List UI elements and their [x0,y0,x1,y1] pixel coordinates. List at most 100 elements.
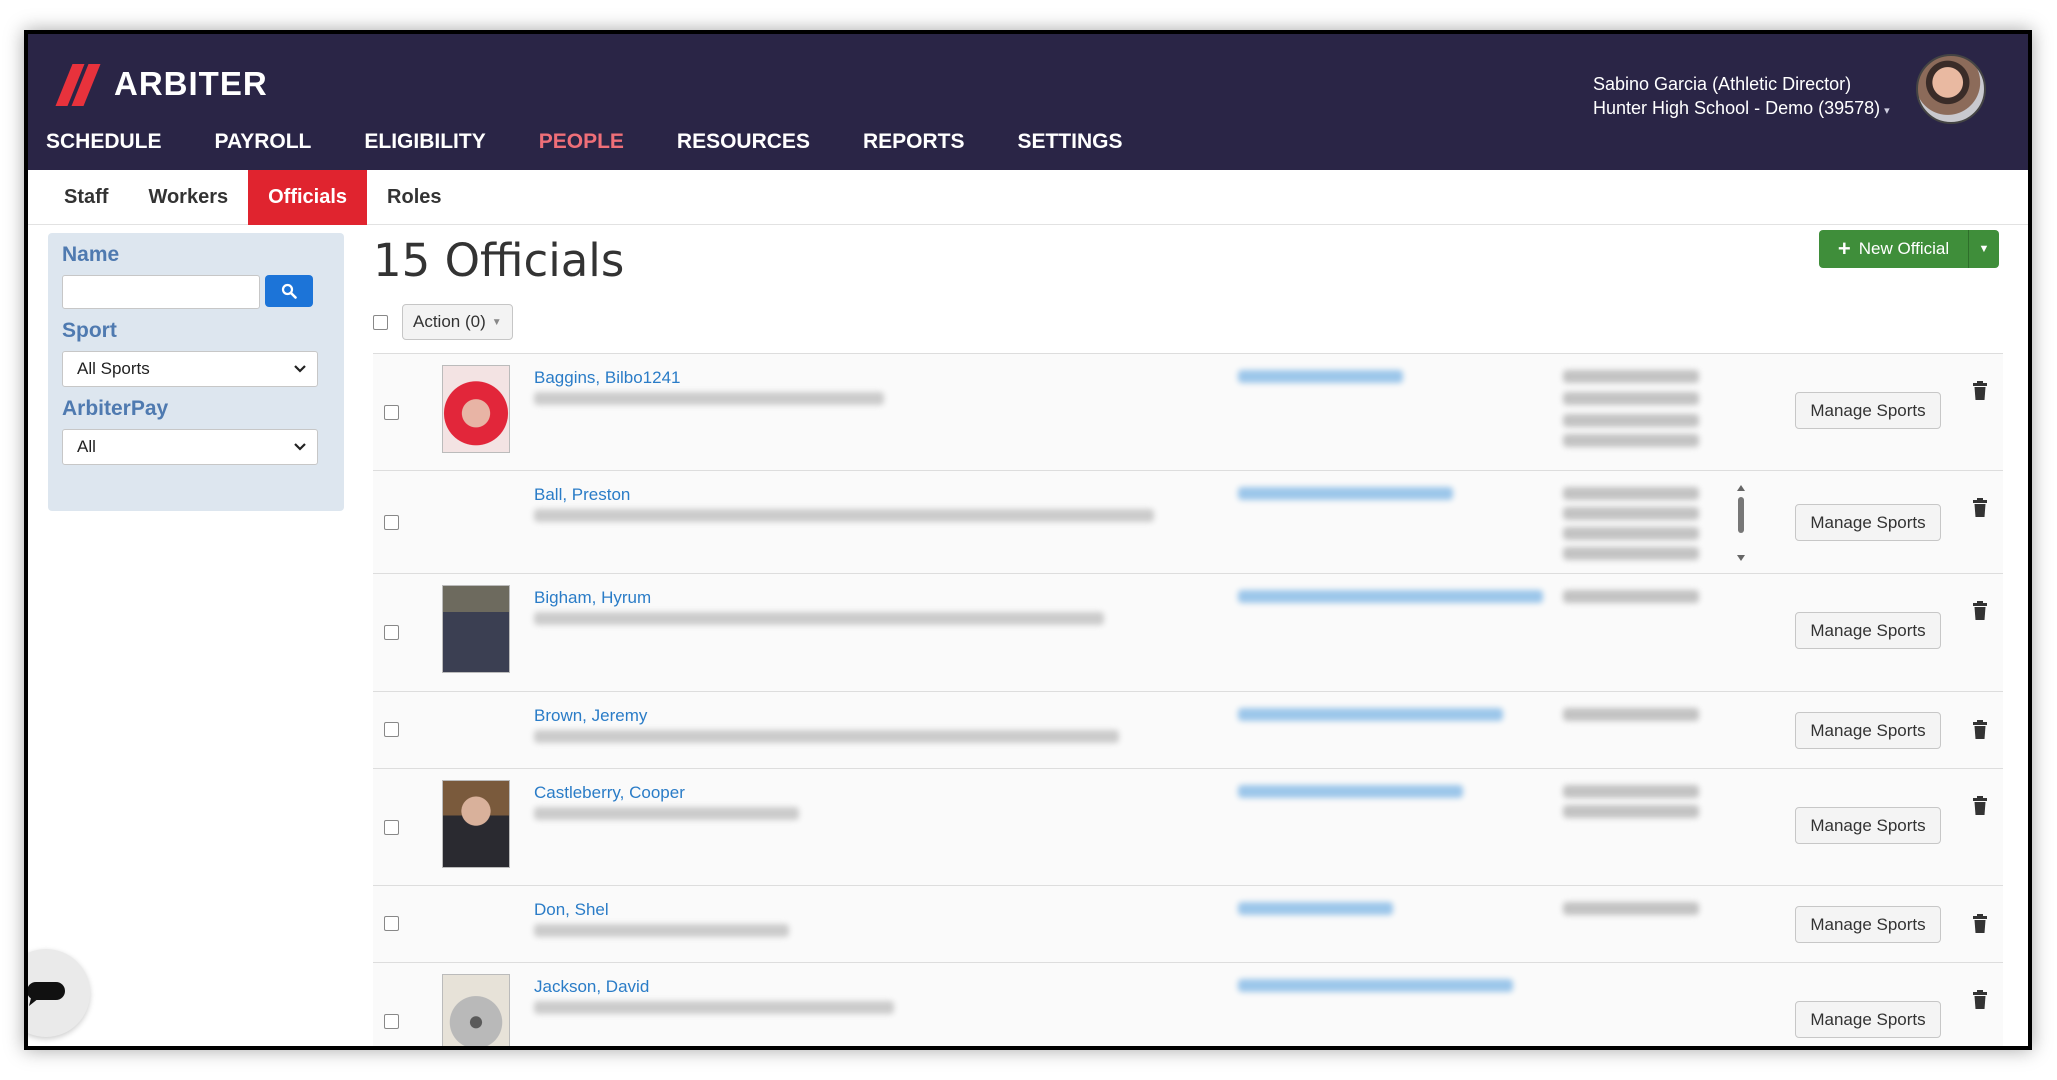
nav-eligibility[interactable]: ELIGIBILITY [364,130,485,154]
trash-icon[interactable] [1971,601,1989,621]
official-name[interactable]: Brown, Jeremy [534,706,647,726]
official-phone-redacted [1563,392,1699,405]
official-photo [442,974,510,1046]
search-button[interactable] [265,275,313,307]
arbiter-logo[interactable]: ARBITER [50,62,268,106]
official-name[interactable]: Jackson, David [534,977,649,997]
tab-workers[interactable]: Workers [128,170,248,225]
manage-sports-button[interactable]: Manage Sports [1795,504,1941,541]
official-details-redacted [534,730,1119,743]
manage-sports-button[interactable]: Manage Sports [1795,1001,1941,1038]
caret-down-icon: ▼ [1978,243,1990,255]
chevron-down-icon [294,365,306,373]
manage-sports-button[interactable]: Manage Sports [1795,712,1941,749]
new-official-dropdown-toggle[interactable]: ▼ [1969,230,1999,268]
official-name[interactable]: Bigham, Hyrum [534,588,651,608]
official-email-redacted [1238,979,1513,992]
official-row: Jackson, David Manage Sports [373,963,2003,1046]
official-phone-redacted [1563,547,1699,560]
official-photo [442,365,510,453]
user-menu[interactable]: Sabino Garcia (Athletic Director) Hunter… [1593,72,1890,123]
official-phone-redacted [1563,487,1699,500]
action-button[interactable]: Action (0) ▼ [402,304,513,340]
manage-sports-button[interactable]: Manage Sports [1795,392,1941,429]
official-phone-redacted [1563,414,1699,427]
nav-people[interactable]: PEOPLE [539,130,624,154]
manage-sports-button[interactable]: Manage Sports [1795,906,1941,943]
row-checkbox[interactable] [384,916,399,931]
official-phone-redacted [1563,902,1699,915]
sport-select[interactable]: All Sports [62,351,318,387]
plus-icon: + [1837,236,1851,261]
chat-launcher-button[interactable] [28,949,90,1037]
official-phone-redacted [1563,434,1699,447]
action-button-label: Action (0) [413,312,486,331]
official-email-redacted [1238,370,1403,383]
official-details-redacted [534,924,789,937]
top-header: ARBITER SCHEDULE PAYROLL ELIGIBILITY PEO… [28,34,2028,170]
row-checkbox[interactable] [384,820,399,835]
new-official-label: New Official [1858,239,1950,258]
trash-icon[interactable] [1971,381,1989,401]
select-all-checkbox[interactable] [373,314,388,330]
phone-list-scrollbar[interactable] [1735,483,1747,563]
official-row: Brown, Jeremy Manage Sports [373,692,2003,769]
official-name[interactable]: Baggins, Bilbo1241 [534,368,681,388]
trash-icon[interactable] [1971,914,1989,934]
search-icon [281,283,297,299]
chat-icon [28,982,65,1006]
official-name[interactable]: Don, Shel [534,900,609,920]
official-photo [442,780,510,868]
official-row: Castleberry, Cooper Manage Sports [373,769,2003,886]
tab-staff[interactable]: Staff [28,170,128,225]
official-email-redacted [1238,785,1463,798]
official-photo [442,585,510,673]
row-checkbox[interactable] [384,515,399,530]
user-school: Hunter High School - Demo (39578) [1593,98,1881,118]
nav-payroll[interactable]: PAYROLL [215,130,312,154]
nav-reports[interactable]: REPORTS [863,130,965,154]
caret-down-icon: ▼ [491,316,502,328]
nav-settings[interactable]: SETTINGS [1017,130,1122,154]
official-email-redacted [1238,487,1453,500]
trash-icon[interactable] [1971,796,1989,816]
official-name[interactable]: Castleberry, Cooper [534,783,685,803]
name-filter-label: Name [62,243,120,266]
official-name[interactable]: Ball, Preston [534,485,630,505]
name-search-input[interactable] [62,275,260,309]
manage-sports-button[interactable]: Manage Sports [1795,612,1941,649]
row-checkbox[interactable] [384,625,399,640]
new-official-button[interactable]: + New Official ▼ [1819,230,1999,268]
nav-schedule[interactable]: SCHEDULE [46,130,162,154]
user-avatar[interactable] [1916,54,1986,124]
arbiterpay-filter-label: ArbiterPay [62,397,169,420]
trash-icon[interactable] [1971,990,1989,1010]
user-name-role: Sabino Garcia (Athletic Director) [1593,74,1852,94]
official-phone-redacted [1563,370,1699,383]
official-phone-redacted [1563,785,1699,798]
app-window: ARBITER SCHEDULE PAYROLL ELIGIBILITY PEO… [24,30,2032,1050]
official-row: Baggins, Bilbo1241 Manage Sports [373,354,2003,471]
filter-panel: Name Sport All Sports ArbiterPay All [48,233,344,511]
row-checkbox[interactable] [384,405,399,420]
nav-resources[interactable]: RESOURCES [677,130,810,154]
manage-sports-button[interactable]: Manage Sports [1795,807,1941,844]
arbiterpay-select[interactable]: All [62,429,318,465]
official-phone-redacted [1563,590,1699,603]
row-checkbox[interactable] [384,722,399,737]
official-phone-redacted [1563,527,1699,540]
page-title: 15 Officials [373,234,625,287]
tab-officials[interactable]: Officials [248,170,368,225]
chevron-down-icon [294,443,306,451]
tab-roles[interactable]: Roles [367,170,461,225]
official-details-redacted [534,807,799,820]
trash-icon[interactable] [1971,498,1989,518]
trash-icon[interactable] [1971,720,1989,740]
row-checkbox[interactable] [384,1014,399,1029]
official-email-redacted [1238,590,1543,603]
official-details-redacted [534,1001,894,1014]
official-details-redacted [534,612,1104,625]
main-nav: SCHEDULE PAYROLL ELIGIBILITY PEOPLE RESO… [46,130,1175,154]
arbiter-logo-icon [50,62,101,106]
official-phone-redacted [1563,805,1699,818]
